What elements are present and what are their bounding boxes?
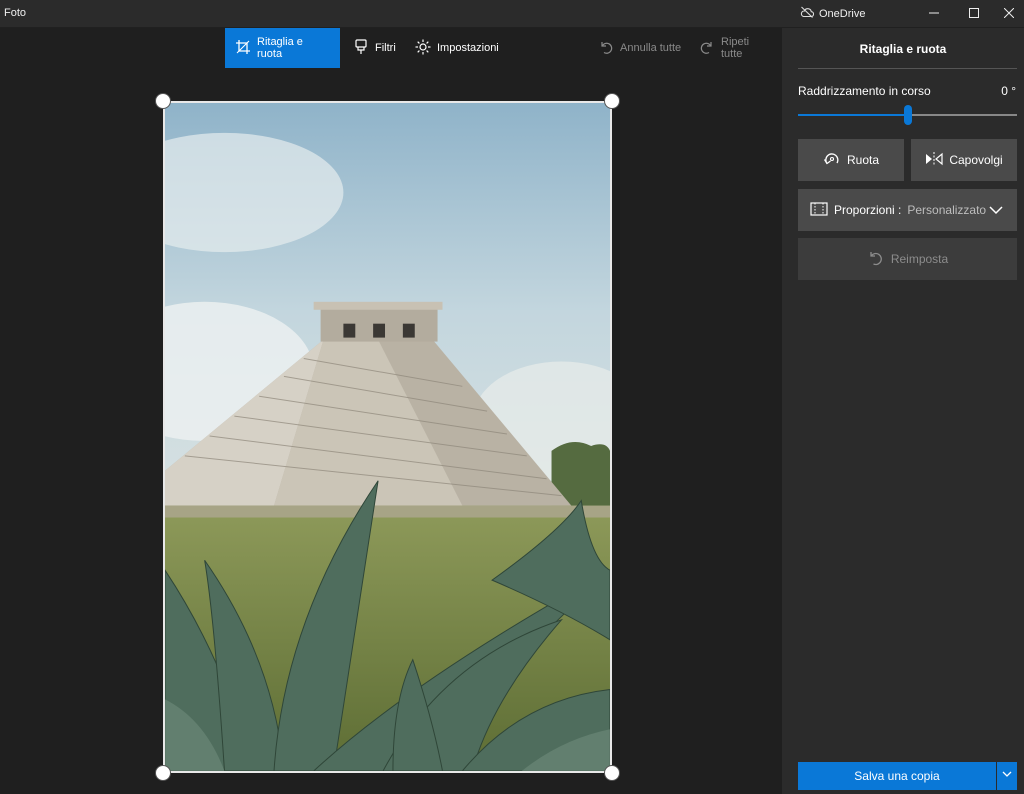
app-title: Foto: [4, 7, 27, 19]
cloud-off-icon: [800, 6, 815, 21]
tab-filters[interactable]: Filtri: [343, 28, 406, 68]
redo-all-button[interactable]: Ripeti tutte: [689, 28, 782, 68]
chevron-down-icon: [1001, 767, 1013, 785]
tab-settings-label: Impostazioni: [437, 42, 499, 54]
panel-divider: [798, 68, 1017, 69]
crop-handle-bottom-left[interactable]: [155, 765, 171, 781]
rotate-button[interactable]: Ruota: [798, 139, 904, 181]
save-copy-label: Salva una copia: [854, 769, 940, 783]
tab-crop-rotate[interactable]: Ritaglia e ruota: [225, 28, 340, 68]
straighten-value: 0 °: [1001, 84, 1016, 98]
aspect-ratio-dropdown[interactable]: Proporzioni : Personalizzato: [798, 189, 1017, 231]
aspect-ratio-value: Personalizzato: [907, 203, 987, 217]
reset-icon: [867, 249, 885, 270]
undo-icon: [598, 39, 614, 58]
reset-label: Reimposta: [890, 252, 949, 266]
save-options-dropdown[interactable]: [997, 762, 1017, 790]
straighten-slider[interactable]: [798, 105, 1017, 125]
tab-filters-label: Filtri: [375, 42, 396, 54]
slider-fill: [798, 114, 908, 116]
undo-all-label: Annulla tutte: [620, 42, 682, 54]
crop-handle-top-right[interactable]: [604, 93, 620, 109]
redo-icon: [699, 39, 715, 58]
crop-rotate-panel: Ritaglia e ruota Raddrizzamento in corso…: [782, 28, 1024, 794]
reset-button[interactable]: Reimposta: [798, 238, 1017, 280]
maximize-button[interactable]: [954, 0, 994, 28]
panel-title: Ritaglia e ruota: [859, 42, 947, 56]
minimize-icon: [929, 5, 939, 23]
close-button[interactable]: [994, 0, 1024, 28]
undo-all-button[interactable]: Annulla tutte: [588, 28, 691, 68]
flip-label: Capovolgi: [949, 153, 1003, 167]
sun-icon: [415, 39, 431, 58]
flip-button[interactable]: Capovolgi: [911, 139, 1017, 181]
tab-crop-rotate-label: Ritaglia e ruota: [257, 36, 303, 60]
maximize-icon: [969, 5, 979, 23]
minimize-button[interactable]: [914, 0, 954, 28]
chevron-down-icon: [987, 201, 1005, 222]
edit-toolbar: Ritaglia e ruota Filtri Impostazioni Ann…: [0, 28, 782, 68]
tab-settings[interactable]: Impostazioni: [405, 28, 509, 68]
close-icon: [1003, 5, 1015, 23]
save-copy-button[interactable]: Salva una copia: [798, 762, 996, 790]
redo-all-label: Ripeti tutte: [721, 36, 750, 60]
photo-crop-area[interactable]: [163, 101, 612, 773]
aspect-ratio-label: Proporzioni :: [834, 203, 902, 217]
aspect-ratio-icon: [810, 200, 828, 221]
onedrive-label: OneDrive: [819, 7, 866, 20]
onedrive-status[interactable]: OneDrive: [800, 6, 865, 21]
crop-icon: [235, 39, 251, 58]
brush-icon: [353, 38, 369, 58]
crop-handle-top-left[interactable]: [155, 93, 171, 109]
crop-handle-bottom-right[interactable]: [604, 765, 620, 781]
flip-icon: [925, 150, 943, 171]
rotate-label: Ruota: [846, 153, 880, 167]
slider-thumb[interactable]: [903, 105, 912, 125]
rotate-icon: [823, 150, 841, 171]
pyramid-photo: [165, 103, 610, 771]
title-bar: Foto OneDrive: [0, 0, 1024, 28]
straighten-label: Raddrizzamento in corso: [798, 84, 931, 98]
